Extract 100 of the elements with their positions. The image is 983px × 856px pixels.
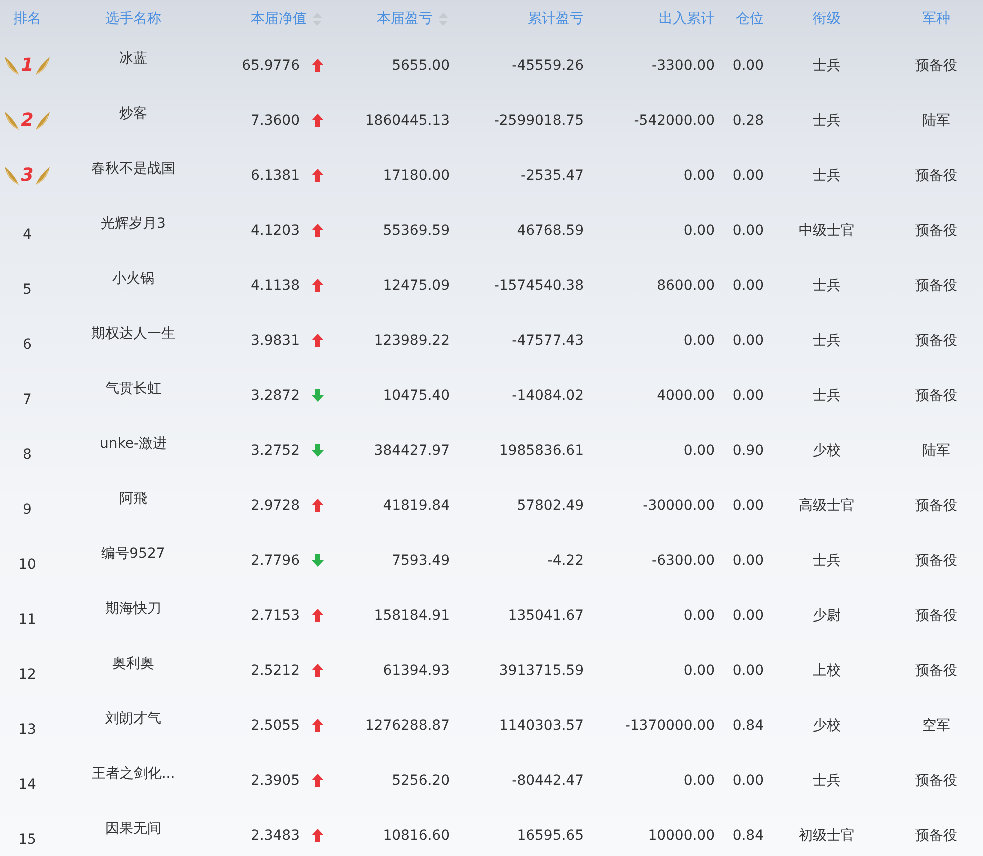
rank-number: 9: [23, 502, 32, 518]
net-value: 2.7796: [251, 552, 300, 568]
position-ratio: 0.00: [732, 662, 764, 678]
player-name[interactable]: 小火锅: [112, 270, 154, 288]
net-value: 4.1203: [251, 222, 300, 238]
total-pnl: -14084.02: [512, 388, 584, 404]
rank-number: 15: [18, 832, 36, 848]
column-header: 排名: [14, 10, 42, 28]
period-pnl: 12475.09: [383, 278, 450, 294]
total-pnl: -4.22: [548, 552, 584, 568]
cash-flow: -3300.00: [652, 58, 715, 74]
player-name[interactable]: 春秋不是战国: [92, 160, 176, 178]
service-branch: 陆军: [922, 442, 950, 460]
total-pnl: -47577.43: [512, 332, 584, 348]
grade-label: 少校: [813, 442, 841, 460]
period-pnl: 61394.93: [383, 662, 450, 678]
period-pnl: 41819.84: [383, 498, 450, 514]
rank-number: 10: [18, 556, 36, 572]
player-name[interactable]: 刘朗才气: [106, 710, 162, 728]
service-branch: 预备役: [916, 662, 958, 680]
net-value: 2.3905: [251, 772, 300, 788]
column-header: 衔级: [813, 10, 841, 28]
position-ratio: 0.00: [732, 552, 764, 568]
net-value: 6.1381: [251, 168, 300, 184]
column-header: 军种: [922, 10, 950, 28]
player-name[interactable]: 冰蓝: [120, 50, 148, 68]
position-ratio: 0.00: [732, 772, 764, 788]
grade-label: 士兵: [813, 112, 841, 130]
rank-number: 13: [18, 722, 36, 738]
total-pnl: 135041.67: [508, 608, 584, 624]
service-branch: 预备役: [916, 332, 958, 350]
cash-flow: 0.00: [684, 222, 715, 238]
player-name[interactable]: 气贯长虹: [106, 380, 162, 398]
net-value: 2.9728: [251, 498, 300, 514]
column-header: 仓位: [736, 10, 764, 28]
cash-flow: -542000.00: [634, 112, 715, 128]
service-branch: 预备役: [916, 386, 958, 404]
position-ratio: 0.00: [732, 388, 764, 404]
player-name[interactable]: 炒客: [120, 104, 148, 122]
service-branch: 预备役: [916, 606, 958, 624]
cash-flow: 10000.00: [648, 828, 715, 844]
total-pnl: -45559.26: [512, 58, 584, 74]
player-name[interactable]: 编号9527: [102, 544, 166, 562]
period-pnl: 17180.00: [383, 168, 450, 184]
net-value: 2.7153: [251, 608, 300, 624]
service-branch: 预备役: [916, 222, 958, 240]
total-pnl: 16595.65: [517, 828, 584, 844]
cash-flow: -30000.00: [643, 498, 715, 514]
player-name[interactable]: 光辉岁月3: [101, 214, 166, 232]
rank-badge: 3: [4, 164, 51, 186]
total-pnl: 1985836.61: [499, 442, 584, 458]
grade-label: 士兵: [813, 552, 841, 570]
net-value: 3.2752: [251, 442, 300, 458]
grade-label: 初级士官: [799, 826, 855, 844]
player-name[interactable]: 阿飛: [120, 490, 148, 508]
column-header: 累计盈亏: [528, 10, 584, 28]
service-branch: 空军: [922, 716, 950, 734]
cash-flow: -6300.00: [652, 552, 715, 568]
player-name[interactable]: 奥利奥: [112, 654, 154, 672]
position-ratio: 0.00: [732, 332, 764, 348]
cash-flow: 0.00: [684, 442, 715, 458]
grade-label: 士兵: [813, 772, 841, 790]
period-pnl: 1860445.13: [365, 112, 450, 128]
total-pnl: 3913715.59: [499, 662, 584, 678]
net-value: 4.1138: [251, 278, 300, 294]
rank-number: 5: [23, 282, 32, 298]
player-name[interactable]: unke-激进: [100, 434, 168, 452]
position-ratio: 0.00: [732, 222, 764, 238]
player-name[interactable]: 期权达人一生: [92, 324, 176, 342]
period-pnl: 123989.22: [374, 332, 450, 348]
position-ratio: 0.00: [732, 608, 764, 624]
grade-label: 士兵: [813, 166, 841, 184]
cash-flow: 8600.00: [657, 278, 715, 294]
cash-flow: 0.00: [684, 772, 715, 788]
player-name[interactable]: 王者之剑化...: [92, 764, 176, 782]
service-branch: 陆军: [922, 112, 950, 130]
cash-flow: 0.00: [684, 168, 715, 184]
service-branch: 预备役: [916, 166, 958, 184]
rank-number: 7: [23, 392, 32, 408]
period-pnl: 5655.00: [392, 58, 450, 74]
grade-label: 士兵: [813, 276, 841, 294]
player-name[interactable]: 期海快刀: [106, 600, 162, 618]
period-pnl: 55369.59: [383, 222, 450, 238]
total-pnl: -2535.47: [521, 168, 584, 184]
rank-number: 8: [23, 446, 32, 462]
rank-badge: 2: [4, 110, 51, 132]
period-pnl: 7593.49: [392, 552, 450, 568]
total-pnl: -80442.47: [512, 772, 584, 788]
position-ratio: 0.90: [732, 442, 764, 458]
position-ratio: 0.00: [732, 278, 764, 294]
player-name[interactable]: 因果无间: [106, 820, 162, 838]
total-pnl: 46768.59: [517, 222, 584, 238]
grade-label: 少校: [813, 716, 841, 734]
position-ratio: 0.84: [732, 718, 764, 734]
position-ratio: 0.00: [732, 498, 764, 514]
net-value: 7.3600: [251, 112, 300, 128]
total-pnl: -1574540.38: [494, 278, 584, 294]
service-branch: 预备役: [916, 276, 958, 294]
grade-label: 少尉: [813, 606, 841, 624]
position-ratio: 0.84: [732, 828, 764, 844]
